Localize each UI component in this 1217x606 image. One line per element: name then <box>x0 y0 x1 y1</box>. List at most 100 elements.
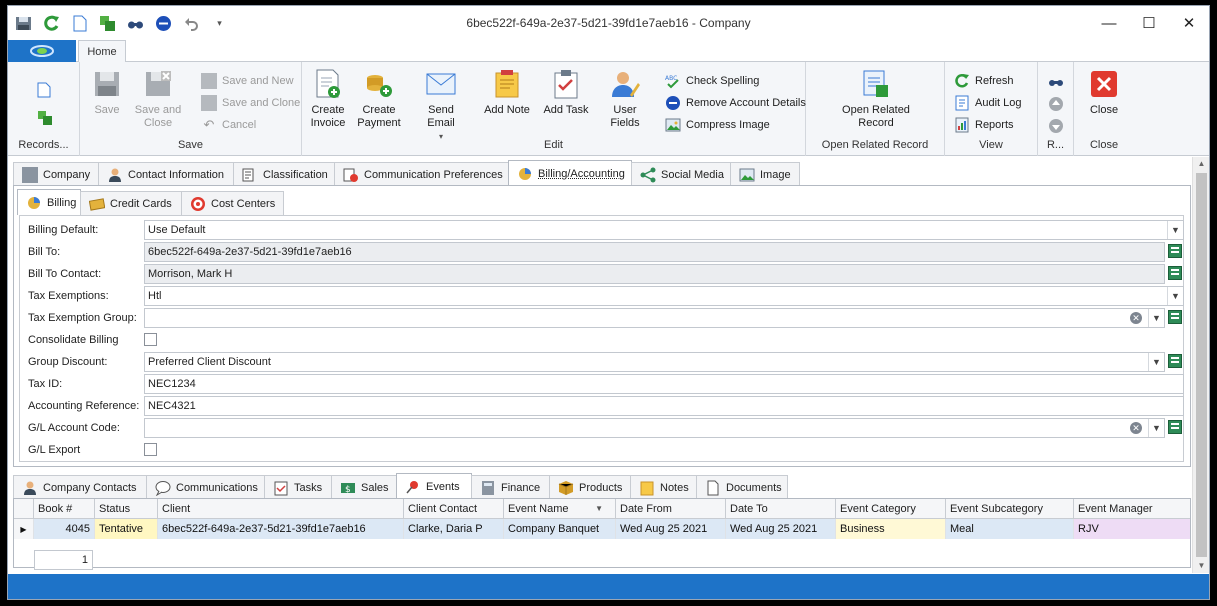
create-payment-button[interactable]: Create Payment <box>356 68 402 130</box>
tab-billing[interactable]: Billing <box>17 189 81 215</box>
lookup-icon[interactable] <box>1168 420 1182 434</box>
bill-to-field[interactable]: 6bec522f-649a-2e37-5d21-39fd1e7aeb16 <box>144 242 1165 262</box>
add-record-icon[interactable] <box>37 110 53 126</box>
group-discount-row: Group Discount: Preferred Client Discoun… <box>28 352 1183 372</box>
refresh-button[interactable]: Refresh <box>954 72 1014 90</box>
column-header-event-name[interactable]: Event Name ▼ <box>504 499 616 518</box>
column-header-client-contact[interactable]: Client Contact <box>404 499 504 518</box>
cell-event-subcategory[interactable]: Meal <box>946 519 1074 539</box>
group-discount-select[interactable]: Preferred Client Discount ▼ <box>144 352 1165 372</box>
column-header-event-manager[interactable]: Event Manager <box>1074 499 1190 518</box>
lookup-icon[interactable] <box>1168 354 1182 368</box>
close-button[interactable]: Close <box>1088 68 1120 117</box>
arrow-up-icon[interactable] <box>1048 96 1064 112</box>
maximize-button[interactable]: ☐ <box>1129 6 1169 40</box>
new-record-icon[interactable] <box>37 82 53 98</box>
scroll-down-icon[interactable]: ▼ <box>1193 559 1209 573</box>
cell-event-manager[interactable]: RJV <box>1074 519 1190 539</box>
clear-icon[interactable]: ✕ <box>1130 422 1142 434</box>
table-row[interactable]: ▶ 4045 Tentative 6bec522f-649a-2e37-5d21… <box>14 519 1190 539</box>
tab-tasks[interactable]: Tasks <box>264 475 332 499</box>
consolidate-billing-label: Consolidate Billing <box>28 334 119 346</box>
tab-image[interactable]: Image <box>730 162 800 186</box>
tab-classification[interactable]: Classification <box>233 162 335 186</box>
column-header-event-subcategory[interactable]: Event Subcategory <box>946 499 1074 518</box>
close-window-button[interactable]: ✕ <box>1169 6 1209 40</box>
column-header-date-to[interactable]: Date To <box>726 499 836 518</box>
lookup-icon[interactable] <box>1168 310 1182 324</box>
cancel-button[interactable]: ↶ Cancel <box>201 116 257 134</box>
cell-date-from[interactable]: Wed Aug 25 2021 <box>616 519 726 539</box>
scroll-up-icon[interactable]: ▲ <box>1193 157 1209 171</box>
check-spelling-button[interactable]: ABC Check Spelling <box>665 72 759 90</box>
tab-communication-preferences[interactable]: Communication Preferences <box>334 162 509 186</box>
accounting-reference-input[interactable]: NEC4321 <box>144 396 1184 416</box>
tab-cost-centers[interactable]: Cost Centers <box>181 191 284 215</box>
column-header-book[interactable]: Book # <box>34 499 95 518</box>
gl-account-code-select[interactable]: ✕ ▼ <box>144 418 1165 438</box>
chevron-down-icon[interactable]: ▼ <box>1148 353 1164 371</box>
page-number-input[interactable]: 1 <box>34 550 93 570</box>
svg-text:ABC: ABC <box>665 75 677 82</box>
chevron-down-icon[interactable]: ▼ <box>1148 419 1164 437</box>
tab-products[interactable]: Products <box>549 475 631 499</box>
save-and-clone-button[interactable]: Save and Clone <box>201 94 300 112</box>
binoculars-icon[interactable] <box>1048 74 1064 90</box>
tab-credit-cards[interactable]: Credit Cards <box>80 191 182 215</box>
tab-documents[interactable]: Documents <box>696 475 788 499</box>
tab-contact-information[interactable]: Contact Information <box>98 162 234 186</box>
clear-icon[interactable]: ✕ <box>1130 312 1142 324</box>
column-header-client[interactable]: Client <box>158 499 404 518</box>
tab-notes[interactable]: Notes <box>630 475 697 499</box>
arrow-down-icon[interactable] <box>1048 118 1064 134</box>
audit-log-button[interactable]: Audit Log <box>954 94 1021 112</box>
create-invoice-button[interactable]: Create Invoice <box>307 68 349 130</box>
application-menu-button[interactable] <box>8 40 76 62</box>
tax-exemptions-select[interactable]: Htl ▼ <box>144 286 1184 306</box>
gl-export-checkbox[interactable] <box>144 443 157 456</box>
add-note-button[interactable]: Add Note <box>482 68 532 117</box>
consolidate-billing-checkbox[interactable] <box>144 333 157 346</box>
tab-sales[interactable]: $ Sales <box>331 475 397 499</box>
lookup-icon[interactable] <box>1168 266 1182 280</box>
lookup-icon[interactable] <box>1168 244 1182 258</box>
column-header-date-from[interactable]: Date From <box>616 499 726 518</box>
ribbon-tab-home[interactable]: Home <box>78 40 126 63</box>
cell-status[interactable]: Tentative <box>95 519 158 539</box>
send-email-button[interactable]: Send Email ▾ <box>414 68 468 143</box>
cell-event-category[interactable]: Business <box>836 519 946 539</box>
scrollbar-thumb[interactable] <box>1196 173 1207 557</box>
user-fields-button[interactable]: User Fields <box>598 68 652 130</box>
column-header-event-category[interactable]: Event Category <box>836 499 946 518</box>
column-header-status[interactable]: Status <box>95 499 158 518</box>
cell-book[interactable]: 4045 <box>34 519 95 539</box>
tax-exemption-group-select[interactable]: ✕ ▼ <box>144 308 1165 328</box>
chevron-down-icon[interactable]: ▼ <box>1148 309 1164 327</box>
bill-to-contact-field[interactable]: Morrison, Mark H <box>144 264 1165 284</box>
chevron-down-icon[interactable]: ▼ <box>1167 221 1183 239</box>
save-button[interactable]: Save <box>92 68 122 117</box>
tab-billing-accounting[interactable]: Billing/Accounting <box>508 160 632 186</box>
billing-default-select[interactable]: Use Default ▼ <box>144 220 1184 240</box>
reports-button[interactable]: Reports <box>954 116 1014 134</box>
tab-finance[interactable]: Finance <box>471 475 550 499</box>
tax-id-input[interactable]: NEC1234 <box>144 374 1184 394</box>
tab-events[interactable]: Events <box>396 473 472 499</box>
tab-company-contacts[interactable]: Company Contacts <box>13 475 147 499</box>
cell-event-name[interactable]: Company Banquet <box>504 519 616 539</box>
save-and-close-button[interactable]: Save and Close <box>133 68 183 130</box>
add-task-button[interactable]: Add Task <box>542 68 590 117</box>
tab-social-media[interactable]: Social Media <box>631 162 731 186</box>
tab-communications[interactable]: Communications <box>146 475 265 499</box>
open-related-record-button[interactable]: Open Related Record <box>826 68 926 130</box>
tab-company[interactable]: Company <box>13 162 99 186</box>
save-and-new-button[interactable]: Save and New <box>201 72 294 90</box>
cell-client[interactable]: 6bec522f-649a-2e37-5d21-39fd1e7aeb16 <box>158 519 404 539</box>
chevron-down-icon[interactable]: ▼ <box>1167 287 1183 305</box>
cell-client-contact[interactable]: Clarke, Daria P <box>404 519 504 539</box>
compress-image-button[interactable]: Compress Image <box>665 116 770 134</box>
cell-date-to[interactable]: Wed Aug 25 2021 <box>726 519 836 539</box>
minimize-button[interactable]: — <box>1089 6 1129 40</box>
remove-account-details-button[interactable]: Remove Account Details <box>665 94 806 112</box>
vertical-scrollbar[interactable]: ▲ ▼ <box>1192 157 1209 573</box>
